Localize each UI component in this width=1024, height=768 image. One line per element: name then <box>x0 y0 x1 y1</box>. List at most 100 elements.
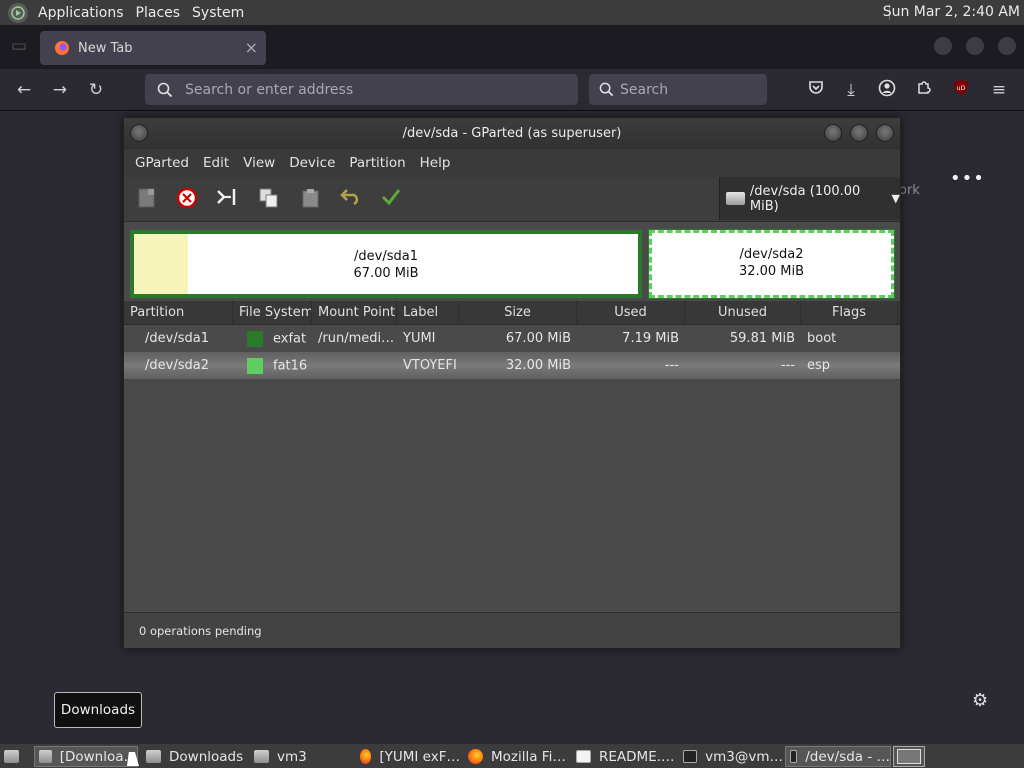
minimize-icon[interactable] <box>934 37 952 55</box>
chevron-down-icon: ▼ <box>891 192 900 205</box>
size-value: 67.00 MiB <box>505 331 571 346</box>
column-label[interactable]: Label <box>397 301 459 324</box>
distro-logo-icon[interactable] <box>8 2 28 23</box>
firefox-icon <box>55 41 69 55</box>
taskbar-item[interactable]: /dev/sda - … <box>785 746 891 767</box>
firefox-tab-bar: ▭ New Tab × <box>0 25 1024 69</box>
partition-name: /dev/sda2 <box>145 358 209 373</box>
undo-icon[interactable] <box>339 187 363 211</box>
device-selector-label: /dev/sda (100.00 MiB) <box>749 183 861 214</box>
column-flags[interactable]: Flags <box>801 301 898 324</box>
search-input[interactable] <box>620 81 750 98</box>
file-system-cell: ⊷ exfat <box>233 330 312 347</box>
clock[interactable]: Sun Mar 2, 2:40 AM <box>883 4 1020 20</box>
workspace-switcher[interactable] <box>893 746 925 767</box>
gparted-icon <box>790 750 798 763</box>
resize-move-icon[interactable] <box>215 187 239 211</box>
device-selector[interactable]: /dev/sda (100.00 MiB) ▼ <box>719 177 900 220</box>
partition-block-label: /dev/sda1 67.00 MiB <box>134 248 638 282</box>
tab-close-icon[interactable]: × <box>245 38 258 57</box>
unused-value: --- <box>780 358 795 373</box>
column-size[interactable]: Size <box>459 301 577 324</box>
gparted-titlebar[interactable]: /dev/sda - GParted (as superuser) <box>124 118 900 149</box>
menu-gparted[interactable]: GParted <box>128 155 196 171</box>
taskbar-item[interactable]: vm3@vm… <box>679 746 783 767</box>
system-menu[interactable]: System <box>186 5 250 21</box>
partition-block-sda1[interactable]: /dev/sda1 67.00 MiB <box>130 230 642 298</box>
taskbar-item[interactable]: README.… <box>572 746 676 767</box>
tab-new-tab[interactable]: New Tab × <box>40 31 266 65</box>
column-file-system[interactable]: File System <box>233 301 312 324</box>
partition-map: /dev/sda1 67.00 MiB /dev/sda2 32.00 MiB <box>124 222 900 301</box>
partition-block-label: /dev/sda2 32.00 MiB <box>652 246 891 280</box>
menu-device[interactable]: Device <box>282 155 342 171</box>
extensions-icon[interactable] <box>913 79 935 101</box>
terminal-icon <box>683 750 698 763</box>
back-arrow-icon[interactable]: ← <box>13 79 35 101</box>
taskbar-item[interactable]: Mozilla Fi… <box>464 746 568 767</box>
table-row[interactable]: /dev/sda2 fat16 VTOYEFI 32.00 MiB --- --… <box>124 352 900 379</box>
partition-block-name: /dev/sda2 <box>739 247 804 262</box>
search-bar[interactable] <box>589 74 767 105</box>
delete-partition-icon[interactable] <box>175 187 199 211</box>
column-partition[interactable]: Partition <box>124 301 233 324</box>
apply-icon[interactable] <box>379 187 403 211</box>
gparted-window: /dev/sda - GParted (as superuser) GParte… <box>123 117 901 649</box>
ublock-icon[interactable]: uD <box>950 79 972 101</box>
search-icon <box>157 82 173 97</box>
menu-help[interactable]: Help <box>413 155 458 171</box>
menu-view[interactable]: View <box>236 155 282 171</box>
taskbar-item-label: /dev/sda - … <box>805 748 890 765</box>
partition-list-empty-area <box>124 380 900 612</box>
maximize-icon[interactable] <box>850 124 868 142</box>
taskbar-item[interactable]: [YUMI exF… <box>356 746 460 767</box>
minimize-icon[interactable] <box>824 124 842 142</box>
paste-icon[interactable] <box>299 187 323 211</box>
tab-list-icon[interactable]: ▭ <box>8 35 30 57</box>
more-options-icon[interactable]: ••• <box>950 168 985 189</box>
partition-block-size: 32.00 MiB <box>738 264 805 279</box>
close-window-icon[interactable] <box>998 37 1016 55</box>
show-desktop-icon[interactable] <box>0 746 28 767</box>
address-bar[interactable] <box>145 74 578 105</box>
menu-partition[interactable]: Partition <box>342 155 412 171</box>
file-system-cell: fat16 <box>233 357 312 374</box>
close-icon[interactable] <box>876 124 894 142</box>
settings-gear-icon[interactable]: ⚙ <box>972 690 988 711</box>
partition-block-sda2[interactable]: /dev/sda2 32.00 MiB <box>648 229 895 299</box>
maximize-icon[interactable] <box>966 37 984 55</box>
url-input[interactable] <box>185 81 545 98</box>
gparted-toolbar: /dev/sda (100.00 MiB) ▼ <box>124 177 900 222</box>
new-partition-icon[interactable] <box>135 187 159 211</box>
pocket-icon[interactable] <box>805 79 827 101</box>
hamburger-menu-icon[interactable]: ≡ <box>988 79 1010 101</box>
copy-icon[interactable] <box>257 187 281 211</box>
text-editor-icon <box>576 750 591 763</box>
forward-arrow-icon[interactable]: → <box>49 79 71 101</box>
folder-icon <box>39 750 52 763</box>
partition-label: YUMI <box>403 331 436 346</box>
table-row[interactable]: /dev/sda1 ⊷ exfat /run/medi… YUMI 67.00 … <box>124 325 900 352</box>
window-menu-icon[interactable] <box>130 124 148 142</box>
menu-edit[interactable]: Edit <box>196 155 236 171</box>
taskbar-item[interactable]: vm3 <box>250 746 350 767</box>
tab-title: New Tab <box>78 40 133 56</box>
folder-icon <box>254 750 269 763</box>
column-used[interactable]: Used <box>577 301 685 324</box>
taskbar-item[interactable]: Downloads <box>142 746 248 767</box>
applications-menu[interactable]: Applications <box>32 5 130 21</box>
taskbar-item[interactable]: [Downloa… <box>34 746 138 767</box>
search-icon <box>599 82 614 97</box>
partition-block-size: 67.00 MiB <box>353 266 419 281</box>
account-icon[interactable] <box>876 79 898 101</box>
taskbar-item-label: Mozilla Fi… <box>491 748 566 765</box>
reload-icon[interactable]: ↻ <box>85 79 107 101</box>
taskbar-item-label: [Downloa… <box>59 748 137 765</box>
partition-name: /dev/sda1 <box>145 331 209 346</box>
places-menu[interactable]: Places <box>130 5 187 21</box>
column-mount-point[interactable]: Mount Point <box>312 301 397 324</box>
column-unused[interactable]: Unused <box>685 301 801 324</box>
unused-value: 59.81 MiB <box>729 331 795 346</box>
gparted-menubar: GParted Edit View Device Partition Help <box>124 149 900 177</box>
download-icon[interactable]: ⤓ <box>840 79 862 101</box>
